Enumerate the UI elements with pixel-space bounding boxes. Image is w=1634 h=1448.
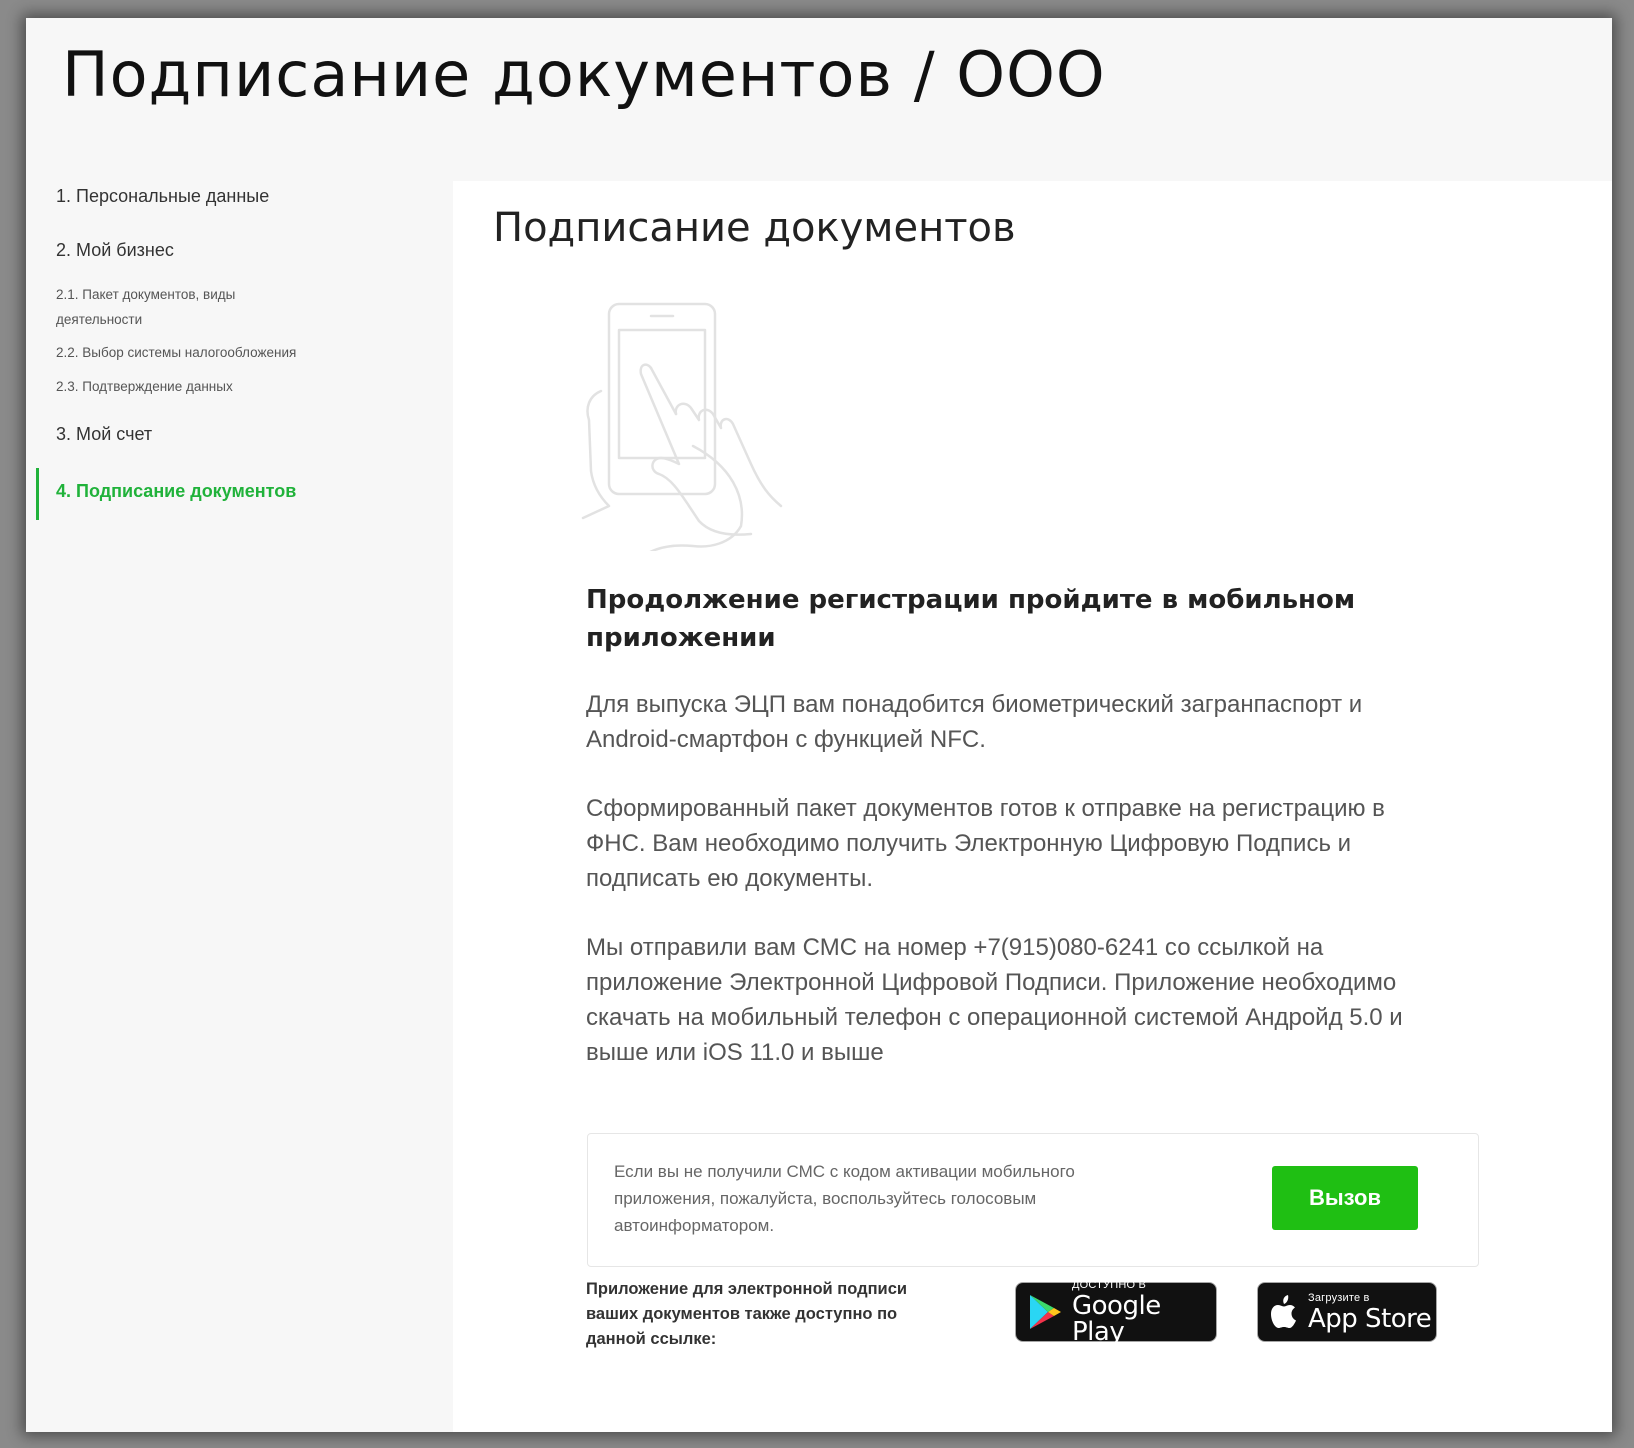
app-store-badge[interactable]: Загрузите в App Store (1257, 1282, 1437, 1342)
google-play-name: Google Play (1072, 1290, 1161, 1347)
mobile-app-heading: Продолжение регистрации пройдите в мобил… (586, 585, 1356, 653)
content-block: Продолжение регистрации пройдите в мобил… (586, 581, 1446, 1070)
apple-icon (1270, 1295, 1298, 1329)
main-card: Подписание документов Продолжение регист… (453, 181, 1612, 1432)
sidebar-item-tax-system[interactable]: 2.2. Выбор системы налогообложения (56, 340, 316, 365)
sidebar-item-my-account[interactable]: 3. Мой счет (56, 424, 152, 445)
google-play-badge[interactable]: ДОСТУПНО В Google Play (1015, 1278, 1217, 1347)
google-play-caption: ДОСТУПНО В (1072, 1278, 1147, 1291)
section-title: Подписание документов (493, 205, 1016, 251)
sidebar-item-document-signing[interactable]: 4. Подписание документов (56, 481, 296, 502)
store-note: Приложение для электронной подписи ваших… (586, 1280, 908, 1348)
active-indicator (36, 468, 39, 520)
info-paragraph-2: Сформированный пакет документов готов к … (586, 795, 1385, 892)
sidebar-item-data-confirmation[interactable]: 2.3. Подтверждение данных (56, 374, 316, 399)
sidebar-item-document-package[interactable]: 2.1. Пакет документов, виды деятельности (56, 282, 316, 332)
app-store-caption: Загрузите в (1308, 1291, 1370, 1304)
hand-holding-phone-icon (581, 296, 801, 560)
sidebar-item-my-business[interactable]: 2. Мой бизнес (56, 240, 174, 261)
page-title: Подписание документов / ООО (62, 38, 1106, 111)
info-paragraph-3: Мы отправили вам СМС на номер +7(915)080… (586, 934, 1403, 1066)
info-paragraph-1: Для выпуска ЭЦП вам понадобится биометри… (586, 691, 1363, 753)
sidebar-item-personal-data[interactable]: 1. Персональные данные (56, 186, 269, 207)
sms-help-box: Если вы не получили СМС с кодом активаци… (587, 1133, 1479, 1267)
sms-help-text: Если вы не получили СМС с кодом активаци… (614, 1162, 1075, 1235)
app-window: Подписание документов / ООО 1. Персональ… (26, 18, 1612, 1432)
call-button[interactable]: Вызов (1272, 1166, 1418, 1230)
app-store-name: App Store (1308, 1303, 1432, 1334)
google-play-icon (1028, 1293, 1062, 1331)
